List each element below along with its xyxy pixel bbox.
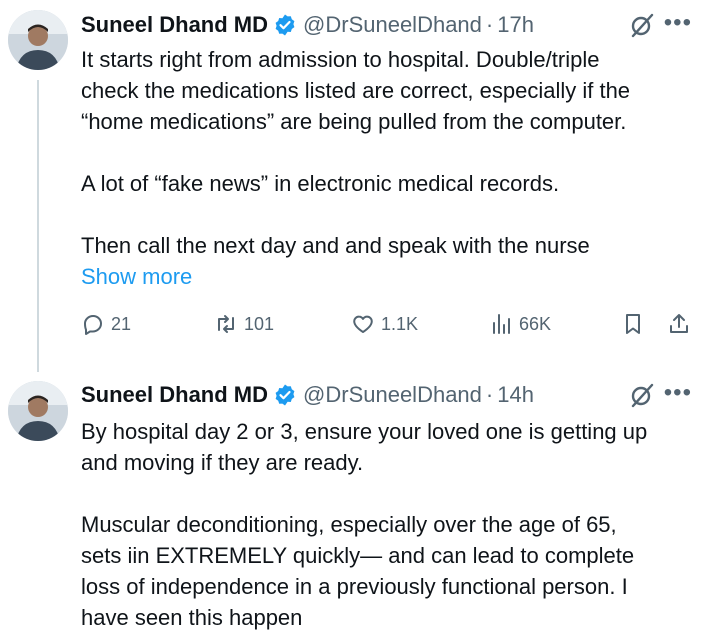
tweet-text: By hospital day 2 or 3, ensure your love… (81, 416, 700, 633)
tweet-header: Suneel Dhand MD @DrSuneelDhand · 17h ••• (81, 8, 710, 42)
author-handle[interactable]: @DrSuneelDhand (303, 382, 482, 408)
separator-dot: · (485, 382, 494, 407)
tweet-text-content: It starts right from admission to hospit… (81, 47, 631, 258)
timestamp[interactable]: 17h (497, 12, 534, 38)
views-button[interactable]: 66K (489, 312, 551, 336)
views-count: 66K (519, 313, 552, 334)
separator-dot: · (485, 12, 494, 37)
author-name[interactable]: Suneel Dhand MD (81, 12, 268, 38)
verified-badge-icon (275, 384, 295, 406)
timestamp[interactable]: 14h (497, 382, 534, 408)
tweet-text: It starts right from admission to hospit… (81, 44, 700, 292)
author-handle[interactable]: @DrSuneelDhand (303, 12, 482, 38)
tweet-header: Suneel Dhand MD @DrSuneelDhand · 14h ••• (81, 378, 710, 412)
more-icon[interactable]: ••• (664, 8, 692, 38)
more-icon[interactable]: ••• (664, 378, 692, 408)
views-icon (493, 314, 510, 334)
share-button[interactable] (667, 312, 691, 336)
show-more-link[interactable]: Show more (81, 264, 192, 289)
tweet-actions: 21 101 1.1K 66K (81, 312, 700, 348)
like-icon (353, 315, 373, 333)
repost-count: 101 (244, 313, 275, 334)
share-icon (670, 314, 688, 333)
bookmark-icon (626, 314, 640, 334)
repost-button[interactable]: 101 (214, 312, 274, 336)
verified-badge-icon (275, 14, 295, 36)
tweet-text-content: By hospital day 2 or 3, ensure your love… (81, 419, 648, 630)
avatar[interactable] (8, 381, 68, 441)
tweet[interactable]: Suneel Dhand MD @DrSuneelDhand · 17h •••… (0, 0, 710, 366)
grok-icon[interactable] (629, 12, 655, 38)
bookmark-button[interactable] (621, 312, 645, 336)
grok-icon[interactable] (629, 382, 655, 408)
tweet[interactable]: Suneel Dhand MD @DrSuneelDhand · 14h •••… (0, 370, 710, 638)
like-count: 1.1K (381, 313, 419, 334)
like-button[interactable]: 1.1K (351, 312, 418, 336)
reply-count: 21 (111, 313, 132, 334)
reply-icon (84, 315, 102, 335)
reply-button[interactable]: 21 (81, 312, 131, 336)
author-name[interactable]: Suneel Dhand MD (81, 382, 268, 408)
avatar[interactable] (8, 10, 68, 70)
repost-icon (218, 315, 234, 333)
